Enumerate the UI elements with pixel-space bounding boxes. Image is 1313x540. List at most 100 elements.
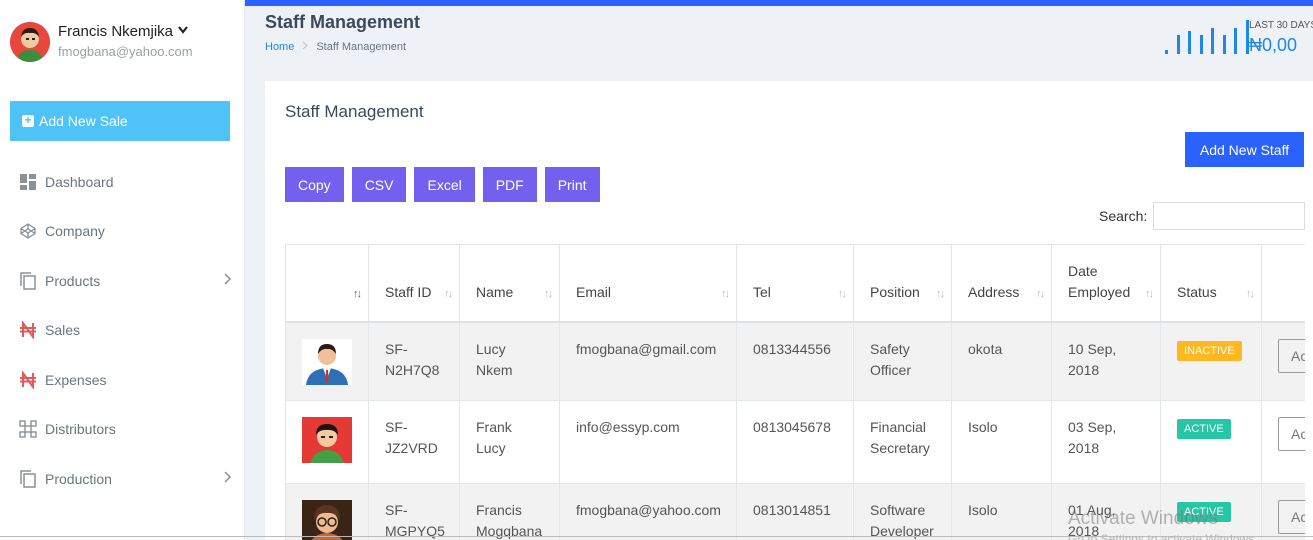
column-header-position[interactable]: Position ↑↓ — [853, 244, 952, 323]
cell-name: Lucy Nkem — [459, 321, 560, 401]
add-new-staff-button[interactable]: Add New Staff — [1185, 132, 1304, 167]
breadcrumb: Home Staff Management — [265, 41, 420, 53]
last-30-days-stats: LAST 30 DAYS ₦0,00 — [1163, 18, 1313, 58]
csv-button[interactable]: CSV — [351, 167, 407, 202]
cell-staff-id: SF-JZ2VRD — [368, 400, 460, 484]
sidebar-item-expenses[interactable]: Expenses — [0, 355, 245, 405]
action-button[interactable]: Action — [1278, 338, 1305, 373]
chevron-down-icon[interactable] — [178, 26, 188, 37]
sort-icon: ↑↓ — [936, 287, 945, 300]
action-button[interactable]: Action — [1278, 500, 1305, 534]
stats-bar — [1211, 28, 1214, 54]
sidebar-item-products[interactable]: Products — [0, 256, 245, 306]
sidebar-item-production[interactable]: Production — [0, 454, 245, 504]
page-title: Staff Management — [265, 12, 421, 32]
table-header-row: ↑↓ Staff ID ↑↓ Name ↑↓ Email ↑↓ Tel ↑↓ Posit… — [285, 244, 1305, 323]
dashboard-icon — [18, 172, 38, 192]
staff-card: Staff Management Add New Staff Copy CSV … — [265, 81, 1313, 540]
user-email: fmogbana@yahoo.com — [58, 44, 193, 59]
print-button[interactable]: Print — [544, 167, 600, 202]
stats-amount: ₦0,00 — [1249, 35, 1298, 55]
sidebar-item-sales[interactable]: Sales — [0, 306, 245, 356]
column-header-status[interactable]: Status ↑↓ — [1160, 244, 1262, 323]
sort-icon: ↑↓ — [838, 287, 847, 300]
naira-icon — [18, 370, 38, 390]
pdf-button[interactable]: PDF — [482, 167, 537, 202]
sidebar-item-dashboard[interactable]: Dashboard — [0, 157, 245, 207]
column-header-staff-id[interactable]: Staff ID ↑↓ — [368, 244, 460, 323]
sidebar-item-label: Dashboard — [45, 173, 114, 190]
codepen-icon — [18, 221, 38, 241]
copy-icon — [18, 271, 38, 291]
staff-photo — [302, 500, 352, 540]
sort-icon: ↑↓ — [1036, 287, 1045, 300]
breadcrumb-separator-icon — [302, 41, 309, 53]
cell-name: Frank Lucy — [459, 400, 560, 484]
sidebar-item-label: Production — [45, 470, 112, 487]
search-input[interactable] — [1153, 202, 1306, 230]
cell-name: Francis Mogqbana — [459, 483, 560, 540]
table-search: Search: — [1099, 202, 1306, 230]
sidebar-item-label: Expenses — [45, 371, 107, 388]
sidebar-item-label: Sales — [45, 322, 81, 339]
staff-photo — [302, 338, 352, 385]
column-header-address[interactable]: Address ↑↓ — [951, 244, 1052, 323]
add-new-sale-label: Add New Sale — [39, 113, 128, 129]
naira-icon — [18, 320, 38, 340]
cell-address: Isolo — [951, 483, 1052, 540]
sidebar-item-distributors[interactable]: Distributors — [0, 405, 245, 455]
plus-square-icon: + — [22, 114, 34, 127]
cell-staff-id: SF-MGPYQ5 — [368, 483, 460, 540]
user-profile[interactable]: Francis Nkemjika fmogbana@yahoo.com — [10, 22, 193, 62]
sidebar-item-company[interactable]: Company — [0, 207, 245, 257]
stats-bar — [1245, 20, 1249, 54]
breadcrumb-home-link[interactable]: Home — [265, 41, 294, 53]
cell-tel: 0813344556 — [736, 321, 854, 401]
cell-address: okota — [951, 321, 1052, 401]
column-header-date-employed[interactable]: Date Employed ↑↓ — [1051, 244, 1161, 323]
column-header-email[interactable]: Email ↑↓ — [559, 244, 737, 323]
search-label: Search: — [1099, 208, 1148, 224]
stats-bar — [1199, 35, 1203, 54]
excel-button[interactable]: Excel — [414, 167, 475, 202]
user-name: Francis Nkemjika — [58, 23, 174, 40]
staff-table-wrapper[interactable]: ↑↓ Staff ID ↑↓ Name ↑↓ Email ↑↓ Tel ↑↓ Posit… — [285, 244, 1305, 540]
cell-position: Software Developer — [853, 483, 952, 540]
sidebar: Francis Nkemjika fmogbana@yahoo.com + Ad… — [0, 0, 245, 540]
sort-icon: ↑↓ — [1246, 287, 1255, 300]
sidebar-item-label: Company — [45, 223, 105, 240]
stats-bar — [1188, 31, 1191, 54]
table-row: SF-N2H7Q8 Lucy Nkem fmogbana@gmail.com 0… — [285, 321, 1305, 401]
cell-email: fmogbana@yahoo.com — [559, 483, 737, 540]
column-header-tel[interactable]: Tel ↑↓ — [736, 244, 854, 323]
sort-icon: ↑↓ — [1145, 287, 1154, 300]
cell-email: fmogbana@gmail.com — [559, 321, 737, 401]
sidebar-item-label: Products — [45, 272, 101, 289]
sort-icon: ↑↓ — [353, 287, 362, 300]
sort-icon: ↑↓ — [444, 287, 453, 300]
user-avatar — [10, 22, 50, 62]
sort-icon: ↑↓ — [544, 287, 553, 300]
network-icon — [18, 419, 38, 439]
staff-photo — [302, 417, 352, 463]
top-accent-bar — [245, 0, 1313, 6]
sidebar-item-label: Distributors — [45, 421, 116, 438]
sidebar-nav: Dashboard Company Products Sales Expense… — [0, 157, 245, 504]
cell-tel: 0813045678 — [736, 400, 854, 484]
stats-bar — [1176, 35, 1180, 54]
copy-button[interactable]: Copy — [285, 167, 344, 202]
cell-date-employed: 10 Sep, 2018 — [1051, 321, 1161, 401]
activate-windows-watermark: Activate Windows — [1068, 508, 1218, 529]
column-header-name[interactable]: Name ↑↓ — [459, 244, 560, 323]
card-title: Staff Management — [285, 102, 424, 121]
stats-bar — [1222, 35, 1226, 54]
action-button[interactable]: Action — [1278, 417, 1305, 451]
column-header-photo[interactable]: ↑↓ — [285, 244, 369, 323]
stats-bar — [1234, 28, 1237, 54]
add-new-sale-button[interactable]: + Add New Sale — [10, 101, 230, 141]
export-buttons: Copy CSV Excel PDF Print — [285, 167, 608, 202]
stats-bar — [1165, 50, 1168, 54]
stats-label: LAST 30 DAYS — [1249, 20, 1313, 31]
status-badge: ACTIVE — [1177, 419, 1231, 439]
cell-tel: 0813014851 — [736, 483, 854, 540]
